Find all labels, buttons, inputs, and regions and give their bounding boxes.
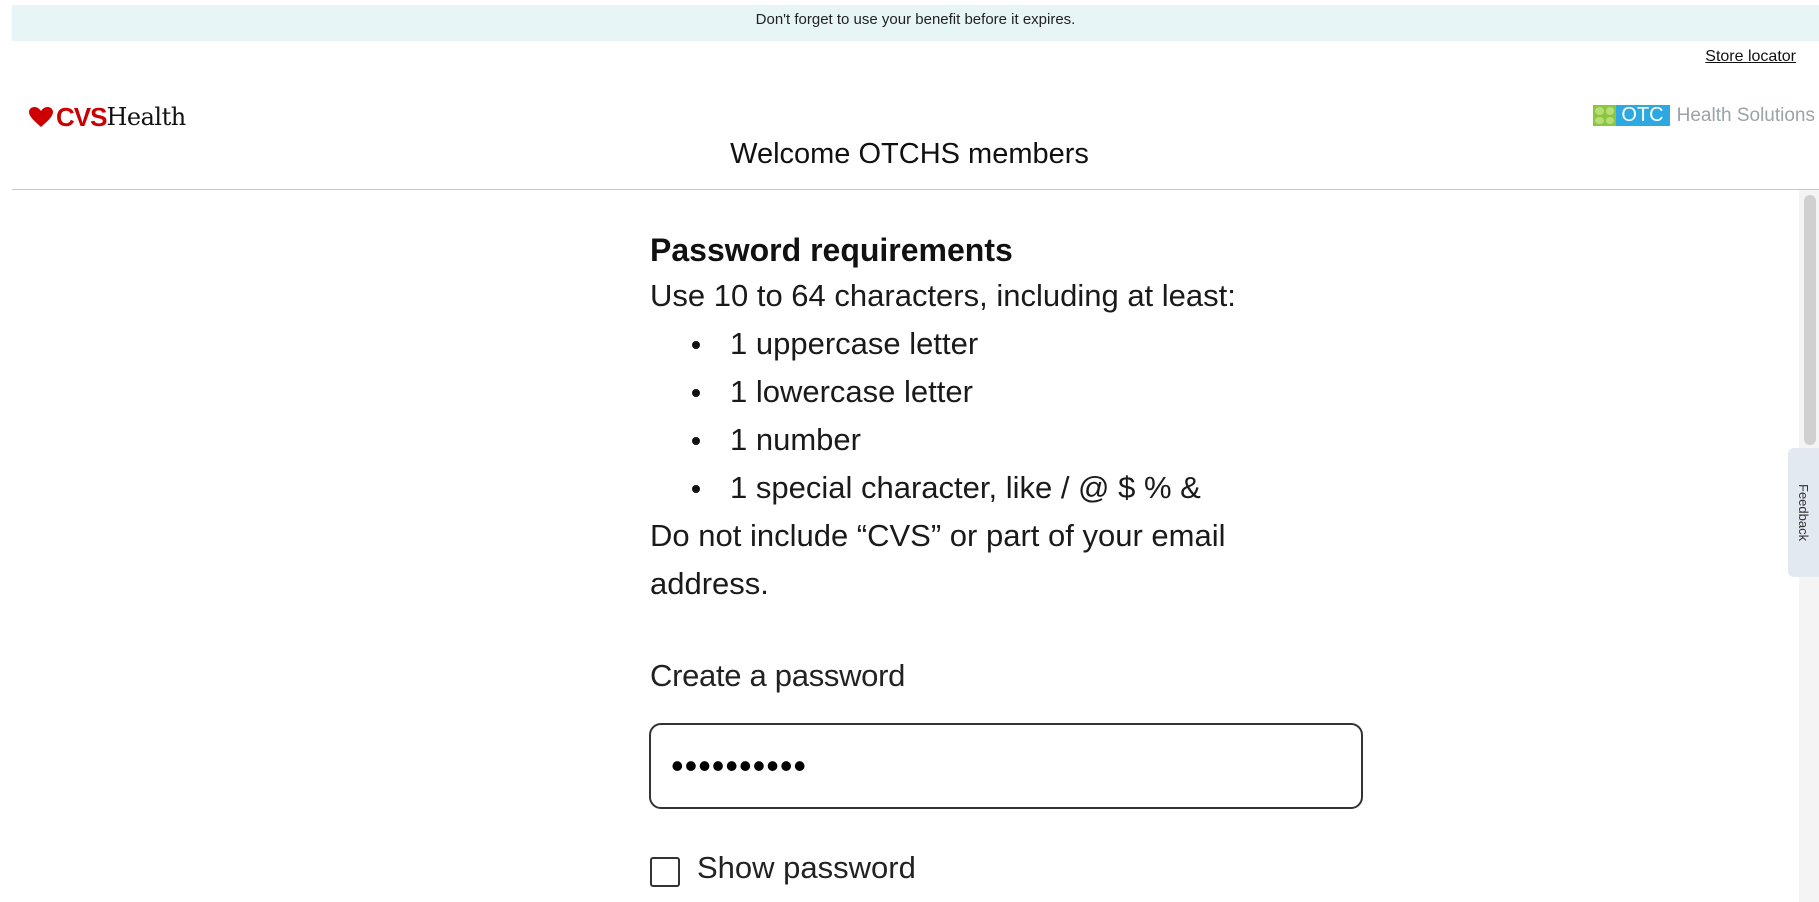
header-divider [12,189,1819,190]
otc-logo-badge: OTC [1616,105,1670,126]
requirements-title: Password requirements [650,232,1013,268]
show-password-label[interactable]: Show password [697,850,916,886]
requirement-item: 1 number [650,416,1370,464]
requirements-list: 1 uppercase letter 1 lowercase letter 1 … [650,320,1370,512]
cvs-logo-brand: CVS [56,101,107,132]
requirements-note: Do not include “CVS” or part of your ema… [650,518,1226,601]
banner-text: Don't forget to use your benefit before … [755,11,1076,28]
requirement-item: 1 uppercase letter [650,320,1370,368]
heart-icon [29,107,53,127]
store-locator-link[interactable]: Store locator [1705,48,1796,66]
cvs-logo-suffix: Health [106,103,186,131]
password-input[interactable]: •••••••••• [649,723,1363,809]
cvs-health-logo[interactable]: CVS Health [28,101,186,132]
requirements-intro: Use 10 to 64 characters, including at le… [650,278,1236,313]
password-field-label: Create a password [650,658,906,693]
feedback-label: Feedback [1796,483,1811,542]
feedback-tab[interactable]: Feedback [1788,448,1819,577]
otc-health-solutions-logo: OTC Health Solutions [1593,104,1815,127]
scrollbar-thumb[interactable] [1804,195,1816,445]
promo-banner: Don't forget to use your benefit before … [12,5,1819,41]
otc-logo-name: Health Solutions [1676,104,1815,126]
requirement-item: 1 special character, like / @ $ % & [650,464,1370,512]
otc-grid-icon [1593,105,1617,126]
password-requirements: Password requirements Use 10 to 64 chara… [650,228,1370,608]
show-password-checkbox[interactable] [650,857,680,887]
page-title: Welcome OTCHS members [730,138,1089,170]
requirement-item: 1 lowercase letter [650,368,1370,416]
